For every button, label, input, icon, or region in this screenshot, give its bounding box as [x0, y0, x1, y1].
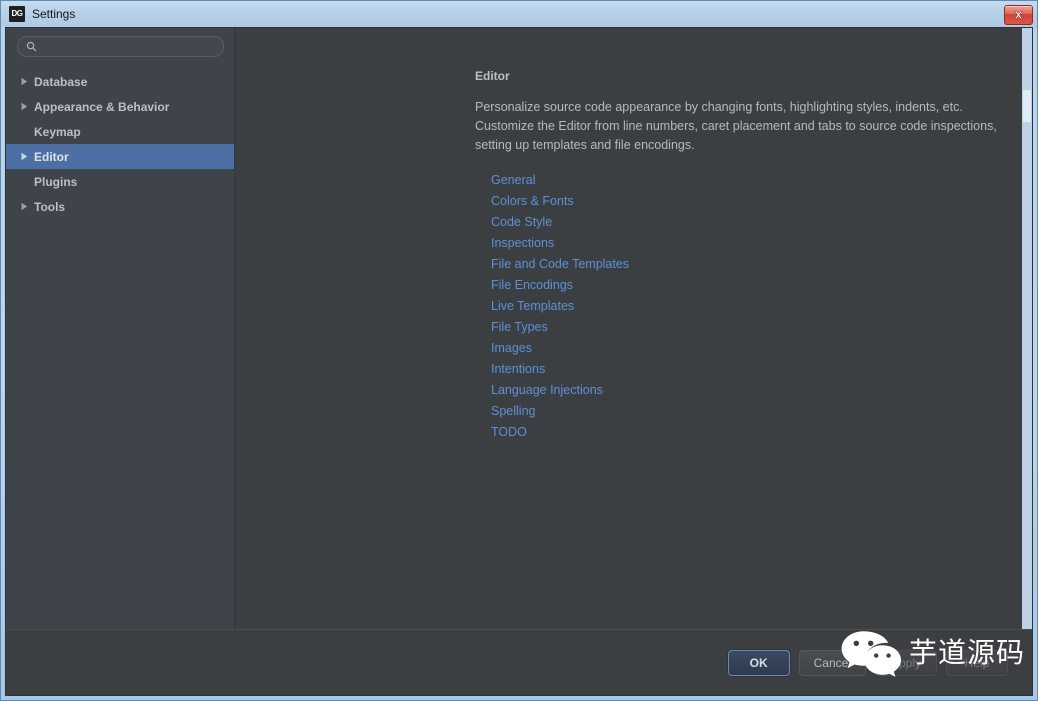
chevron-right-icon[interactable] — [16, 77, 34, 86]
content-link-file-encodings[interactable]: File Encodings — [491, 275, 573, 296]
panes: Database Appearance & Behavior Keymap Edito… — [6, 28, 1032, 629]
sidebar-item-tools[interactable]: Tools — [6, 194, 234, 219]
content-link-language-injections[interactable]: Language Injections — [491, 380, 603, 401]
content-link-images[interactable]: Images — [491, 338, 532, 359]
sidebar-item-label: Editor — [34, 149, 69, 164]
sidebar-item-label: Tools — [34, 199, 66, 214]
content-link-general[interactable]: General — [491, 170, 535, 191]
search-wrap — [6, 36, 234, 57]
window-title: Settings — [32, 7, 76, 21]
apply-button: Apply — [875, 649, 937, 676]
search-box[interactable] — [17, 36, 224, 57]
page-title: Editor — [475, 69, 510, 83]
sidebar-item-label: Database — [34, 74, 88, 89]
settings-window: DG Settings Database Appearance & Behavi… — [0, 0, 1038, 701]
search-icon — [26, 41, 37, 52]
sidebar-item-label: Appearance & Behavior — [34, 99, 170, 114]
sidebar-item-plugins[interactable]: Plugins — [6, 169, 234, 194]
close-glyph — [1013, 10, 1024, 20]
content-link-inspections[interactable]: Inspections — [491, 233, 554, 254]
sidebar-item-editor[interactable]: Editor — [6, 144, 234, 169]
sidebar-item-keymap[interactable]: Keymap — [6, 119, 234, 144]
settings-link-list: General Colors & Fonts Code Style Inspectio… — [475, 170, 1010, 443]
content-link-spelling[interactable]: Spelling — [491, 401, 535, 422]
app-icon-label: DG — [11, 9, 24, 18]
vertical-scrollbar[interactable] — [1022, 28, 1032, 629]
sidebar-item-database[interactable]: Database — [6, 69, 234, 94]
content-inner: Personalize source code appearance by ch… — [475, 98, 1010, 443]
sidebar-item-label: Plugins — [34, 174, 78, 189]
content-link-file-and-code-templates[interactable]: File and Code Templates — [491, 254, 629, 275]
content-link-intentions[interactable]: Intentions — [491, 359, 545, 380]
title-bar[interactable]: DG Settings — [1, 1, 1037, 27]
settings-sidebar: Database Appearance & Behavior Keymap Edito… — [6, 28, 235, 629]
content-link-live-templates[interactable]: Live Templates — [491, 296, 574, 317]
close-icon[interactable] — [1004, 5, 1033, 25]
chevron-right-icon[interactable] — [16, 152, 34, 161]
cancel-button[interactable]: Cancel — [798, 649, 866, 676]
content-link-file-types[interactable]: File Types — [491, 317, 548, 338]
sidebar-item-appearance-behavior[interactable]: Appearance & Behavior — [6, 94, 234, 119]
page-description: Personalize source code appearance by ch… — [475, 100, 997, 152]
dialog-body: Database Appearance & Behavior Keymap Edito… — [5, 27, 1033, 696]
content-link-code-style[interactable]: Code Style — [491, 212, 552, 233]
chevron-right-icon[interactable] — [16, 102, 34, 111]
help-button: Help — [946, 649, 1008, 676]
content-link-todo[interactable]: TODO — [491, 422, 527, 443]
settings-content-pane: Editor Personalize source code appearanc… — [235, 28, 1032, 629]
search-input[interactable] — [42, 40, 215, 53]
scrollbar-thumb[interactable] — [1023, 90, 1031, 122]
dialog-footer: OK Cancel Apply Help — [6, 629, 1032, 695]
ok-button[interactable]: OK — [727, 649, 790, 676]
datagrip-icon: DG — [9, 6, 25, 22]
sidebar-item-label: Keymap — [34, 124, 81, 139]
settings-tree: Database Appearance & Behavior Keymap Edito… — [6, 66, 234, 219]
chevron-right-icon[interactable] — [16, 202, 34, 211]
content-link-colors-fonts[interactable]: Colors & Fonts — [491, 191, 574, 212]
